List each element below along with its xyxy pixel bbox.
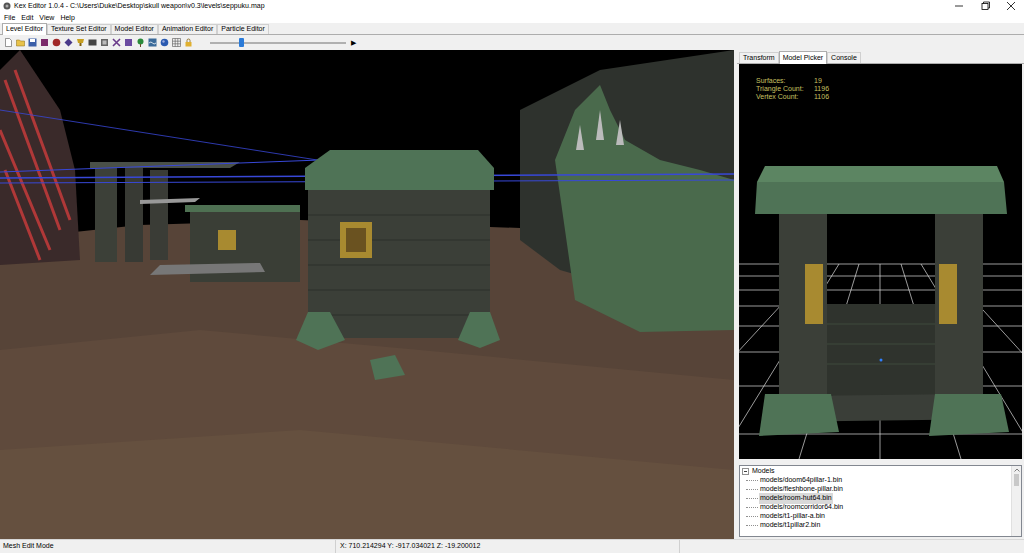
toolbar: ▶ (0, 35, 1024, 50)
lock-icon[interactable] (184, 38, 193, 47)
open-folder-icon[interactable] (16, 38, 25, 47)
editor-tab[interactable]: Model Editor (111, 24, 158, 34)
status-bar: Mesh Edit Mode X: 710.214294 Y: -917.034… (0, 539, 1024, 553)
rect-icon[interactable] (88, 38, 97, 47)
tree-line (746, 525, 758, 526)
menu-item[interactable]: View (39, 12, 54, 23)
model-file[interactable]: models/t1pillar2.bin (759, 520, 821, 531)
tree-line (746, 480, 758, 481)
workspace: Transform Model Picker Console (0, 50, 1024, 539)
scroll-thumb[interactable] (1014, 474, 1019, 486)
model-file[interactable]: models/t1-pillar-a.bin (759, 511, 826, 522)
play-button[interactable]: ▶ (351, 38, 356, 47)
stat-row: Vertex Count:1106 (756, 93, 1022, 101)
menu-item[interactable]: Edit (21, 12, 33, 23)
model-tree: Modelsmodels/doom64pillar-1.binmodels/fl… (739, 465, 1022, 537)
title-bar: Kex Editor 1.0.4 - C:\Users\Duke\Desktop… (0, 0, 1024, 12)
side-panel: Transform Model Picker Console (737, 50, 1024, 539)
editor-tabs: Level Editor Texture Set Editor Model Edit… (0, 23, 1024, 35)
tree-root[interactable]: Models (740, 467, 1011, 476)
tree-item[interactable]: models/roomcorridor64.bin (740, 503, 1011, 512)
model-file[interactable]: models/doom64pillar-1.bin (759, 475, 843, 486)
preview-scene (739, 64, 1022, 459)
zoom-slider[interactable] (210, 38, 346, 47)
stat-label: Vertex Count: (756, 93, 814, 101)
gem-icon[interactable] (64, 38, 73, 47)
stat-label: Surfaces: (756, 77, 814, 85)
tab-label[interactable]: Model Picker (783, 53, 823, 64)
tab-label[interactable]: Level Editor (6, 24, 43, 35)
stat-value: 19 (814, 77, 822, 85)
tree-root-label: Models (752, 466, 775, 477)
grid-icon[interactable] (172, 38, 181, 47)
trophy-icon[interactable] (76, 38, 85, 47)
box-icon[interactable] (124, 38, 133, 47)
menu-item[interactable]: Help (60, 12, 74, 23)
side-tabs: Transform Model Picker Console (737, 50, 1024, 64)
menu-bar: File Edit View Help (0, 12, 1024, 23)
side-tab[interactable]: Model Picker (779, 51, 827, 64)
tab-label[interactable]: Transform (743, 53, 775, 64)
tree-item[interactable]: models/doom64pillar-1.bin (740, 476, 1011, 485)
collapse-icon[interactable] (742, 468, 749, 475)
tree-item[interactable]: models/t1-pillar-a.bin (740, 512, 1011, 521)
editor-tab[interactable]: Particle Editor (217, 24, 269, 34)
menu-item[interactable]: File (4, 12, 15, 23)
app-icon (3, 2, 11, 10)
stat-value: 1106 (814, 93, 829, 101)
wave-icon[interactable] (148, 38, 157, 47)
save-icon[interactable] (28, 38, 37, 47)
layers-icon[interactable] (100, 38, 109, 47)
tree-item[interactable]: models/room-hut64.bin (740, 494, 1011, 503)
stat-value: 1196 (814, 85, 829, 93)
model-file[interactable]: models/room-hut64.bin (759, 493, 833, 504)
tab-label[interactable]: Console (831, 53, 857, 64)
scroll-up-icon[interactable] (1012, 466, 1022, 474)
tree-item[interactable]: models/t1pillar2.bin (740, 521, 1011, 530)
scene-view (0, 50, 734, 539)
tree-line (746, 507, 758, 508)
model-stats: Surfaces:19Triangle Count:1196Vertex Cou… (739, 64, 1022, 101)
editor-tab[interactable]: Texture Set Editor (47, 24, 111, 34)
tree-icon[interactable] (136, 38, 145, 47)
window-title: Kex Editor 1.0.4 - C:\Users\Duke\Desktop… (14, 0, 265, 12)
editor-tab[interactable]: Level Editor (2, 23, 47, 35)
restore-icon[interactable] (972, 0, 998, 12)
editor-tab[interactable]: Animation Editor (158, 24, 217, 34)
stat-row: Surfaces:19 (756, 77, 1022, 85)
tab-label[interactable]: Model Editor (115, 24, 154, 35)
side-tab[interactable]: Console (827, 52, 861, 63)
slider-thumb[interactable] (239, 38, 244, 47)
slider-track (210, 42, 346, 44)
minus-icon (744, 471, 747, 472)
cross-icon[interactable] (112, 38, 121, 47)
tab-label[interactable]: Texture Set Editor (51, 24, 107, 35)
tree-scrollbar[interactable] (1011, 466, 1021, 536)
sphere-icon[interactable] (52, 38, 61, 47)
close-icon[interactable] (998, 0, 1024, 12)
model-preview[interactable]: Surfaces:19Triangle Count:1196Vertex Cou… (739, 64, 1022, 459)
new-file-icon[interactable] (4, 38, 13, 47)
tree-line (746, 516, 758, 517)
tree-line (746, 498, 758, 499)
stat-label: Triangle Count: (756, 85, 814, 93)
edit-mode: Mesh Edit Mode (3, 541, 54, 552)
globe-icon[interactable] (160, 38, 169, 47)
tab-label[interactable]: Animation Editor (162, 24, 213, 35)
cursor-coords: X: 710.214294 Y: -917.034021 Z: -19.2000… (340, 541, 480, 552)
cube-icon[interactable] (40, 38, 49, 47)
tree-line (746, 489, 758, 490)
side-tab[interactable]: Transform (739, 52, 779, 63)
tab-label[interactable]: Particle Editor (221, 24, 265, 35)
model-file[interactable]: models/roomcorridor64.bin (759, 502, 844, 513)
minimize-icon[interactable] (946, 0, 972, 12)
level-viewport[interactable] (0, 50, 734, 539)
stat-row: Triangle Count:1196 (756, 85, 1022, 93)
